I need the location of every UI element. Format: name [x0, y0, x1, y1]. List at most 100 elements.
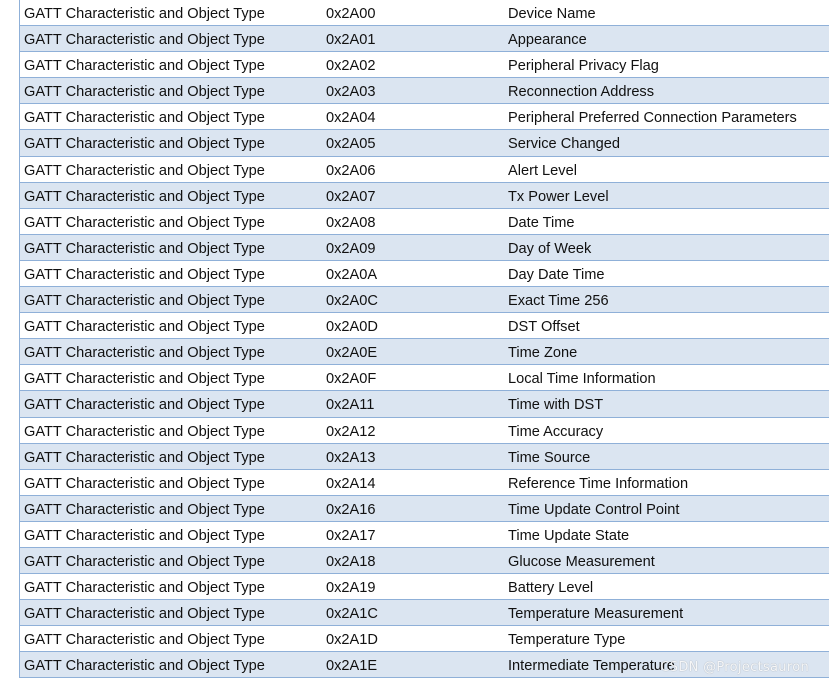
type-cell: GATT Characteristic and Object Type [24, 658, 265, 675]
uuid-cell: 0x2A05 [326, 136, 376, 153]
name-cell: Day of Week [508, 240, 592, 257]
name-cell: Day Date Time [508, 266, 605, 283]
type-cell: GATT Characteristic and Object Type [24, 188, 265, 205]
type-cell: GATT Characteristic and Object Type [24, 345, 265, 362]
type-cell: GATT Characteristic and Object Type [24, 6, 265, 22]
name-cell: Time Zone [508, 345, 578, 362]
name-cell: Peripheral Preferred Connection Paramete… [508, 110, 797, 127]
type-cell: GATT Characteristic and Object Type [24, 501, 265, 518]
name-cell: Temperature Measurement [508, 606, 684, 623]
uuid-cell: 0x2A12 [326, 423, 376, 440]
table-row: GATT Characteristic and Object Type 0x2A… [20, 313, 829, 340]
type-cell: GATT Characteristic and Object Type [24, 266, 265, 283]
table-row: GATT Characteristic and Object Type 0x2A… [20, 78, 829, 105]
uuid-cell: 0x2A17 [326, 527, 376, 544]
uuid-cell: 0x2A08 [326, 214, 376, 231]
type-cell: GATT Characteristic and Object Type [24, 397, 265, 414]
name-cell: DST Offset [508, 319, 580, 336]
uuid-cell: 0x2A02 [326, 58, 376, 75]
uuid-cell: 0x2A18 [326, 553, 376, 570]
uuid-cell: 0x2A00 [326, 6, 376, 22]
type-cell: GATT Characteristic and Object Type [24, 475, 265, 492]
uuid-cell: 0x2A1C [326, 606, 378, 623]
type-cell: GATT Characteristic and Object Type [24, 632, 265, 649]
uuid-cell: 0x2A11 [326, 397, 375, 414]
uuid-cell: 0x2A0F [326, 371, 377, 388]
type-cell: GATT Characteristic and Object Type [24, 319, 265, 336]
type-cell: GATT Characteristic and Object Type [24, 240, 265, 257]
table-row: GATT Characteristic and Object Type 0x2A… [20, 574, 829, 601]
name-cell: Time Update Control Point [508, 501, 680, 518]
name-cell: Time Update State [508, 527, 630, 544]
uuid-cell: 0x2A0A [326, 266, 378, 283]
gatt-characteristics-table: GATT Characteristic and Object Type 0x2A… [19, 0, 829, 679]
uuid-cell: 0x2A1E [326, 658, 378, 675]
name-cell: Device Name [508, 6, 596, 22]
uuid-cell: 0x2A04 [326, 110, 376, 127]
type-cell: GATT Characteristic and Object Type [24, 214, 265, 231]
table-row: GATT Characteristic and Object Type 0x2A… [20, 443, 829, 470]
type-cell: GATT Characteristic and Object Type [24, 449, 265, 466]
uuid-cell: 0x2A01 [326, 32, 376, 49]
uuid-cell: 0x2A19 [326, 580, 376, 597]
table-row: GATT Characteristic and Object Type 0x2A… [20, 469, 829, 496]
table-row: GATT Characteristic and Object Type 0x2A… [20, 547, 829, 575]
uuid-cell: 0x2A0D [326, 319, 378, 336]
table-row: GATT Characteristic and Object Type 0x2A… [20, 339, 829, 366]
name-cell: Intermediate Temperature [508, 658, 675, 675]
type-cell: GATT Characteristic and Object Type [24, 162, 265, 179]
name-cell: Time Accuracy [508, 423, 604, 440]
table-row: GATT Characteristic and Object Type 0x2A… [20, 600, 829, 627]
uuid-cell: 0x2A0C [326, 293, 378, 310]
table-row: GATT Characteristic and Object Type 0x2A… [20, 365, 829, 392]
type-cell: GATT Characteristic and Object Type [24, 423, 265, 440]
uuid-cell: 0x2A16 [326, 501, 376, 518]
uuid-cell: 0x2A13 [326, 449, 376, 466]
type-cell: GATT Characteristic and Object Type [24, 371, 265, 388]
table-row: GATT Characteristic and Object Type 0x2A… [20, 391, 829, 418]
type-cell: GATT Characteristic and Object Type [24, 84, 265, 101]
table-row: GATT Characteristic and Object Type 0x2A… [20, 26, 829, 53]
uuid-cell: 0x2A1D [326, 632, 378, 649]
type-cell: GATT Characteristic and Object Type [24, 293, 265, 310]
name-cell: Battery Level [508, 580, 594, 597]
table-row: GATT Characteristic and Object Type 0x2A… [20, 208, 829, 235]
name-cell: Glucose Measurement [508, 553, 655, 570]
name-cell: Time Source [508, 449, 591, 466]
uuid-cell: 0x2A03 [326, 84, 376, 101]
name-cell: Date Time [508, 214, 575, 231]
table-row: GATT Characteristic and Object Type 0x2A… [20, 104, 829, 131]
watermark-text: CSDN @Projectsauron [660, 660, 809, 675]
uuid-cell: 0x2A06 [326, 162, 376, 179]
type-cell: GATT Characteristic and Object Type [24, 58, 265, 75]
table-row: GATT Characteristic and Object Type 0x2A… [20, 156, 829, 183]
table-row: GATT Characteristic and Object Type 0x2A… [20, 52, 829, 79]
name-cell: Service Changed [508, 136, 620, 153]
type-cell: GATT Characteristic and Object Type [24, 553, 265, 570]
name-cell: Peripheral Privacy Flag [508, 58, 659, 75]
name-cell: Reference Time Information [508, 475, 689, 492]
name-cell: Local Time Information [508, 371, 656, 388]
table-row: GATT Characteristic and Object Type 0x2A… [20, 495, 829, 522]
type-cell: GATT Characteristic and Object Type [24, 32, 265, 49]
table-row: GATT Characteristic and Object Type 0x2A… [20, 0, 829, 27]
table-row: GATT Characteristic and Object Type 0x2A… [20, 287, 829, 314]
type-cell: GATT Characteristic and Object Type [24, 606, 265, 623]
name-cell: Alert Level [508, 162, 577, 179]
table-row: GATT Characteristic and Object Type 0x2A… [20, 260, 829, 288]
uuid-cell: 0x2A09 [326, 240, 376, 257]
type-cell: GATT Characteristic and Object Type [24, 527, 265, 544]
type-cell: GATT Characteristic and Object Type [24, 580, 265, 597]
uuid-cell: 0x2A14 [326, 475, 376, 492]
name-cell: Temperature Type [508, 632, 626, 649]
uuid-cell: 0x2A0E [326, 345, 378, 362]
table-row: GATT Characteristic and Object Type 0x2A… [20, 417, 829, 444]
name-cell: Appearance [508, 32, 587, 49]
table-row: GATT Characteristic and Object Type 0x2A… [20, 626, 829, 653]
name-cell: Tx Power Level [508, 188, 609, 205]
name-cell: Time with DST [508, 397, 604, 414]
table-row: GATT Characteristic and Object Type 0x2A… [20, 234, 829, 261]
type-cell: GATT Characteristic and Object Type [24, 110, 265, 127]
table-row: GATT Characteristic and Object Type 0x2A… [20, 182, 829, 209]
uuid-cell: 0x2A07 [326, 188, 376, 205]
